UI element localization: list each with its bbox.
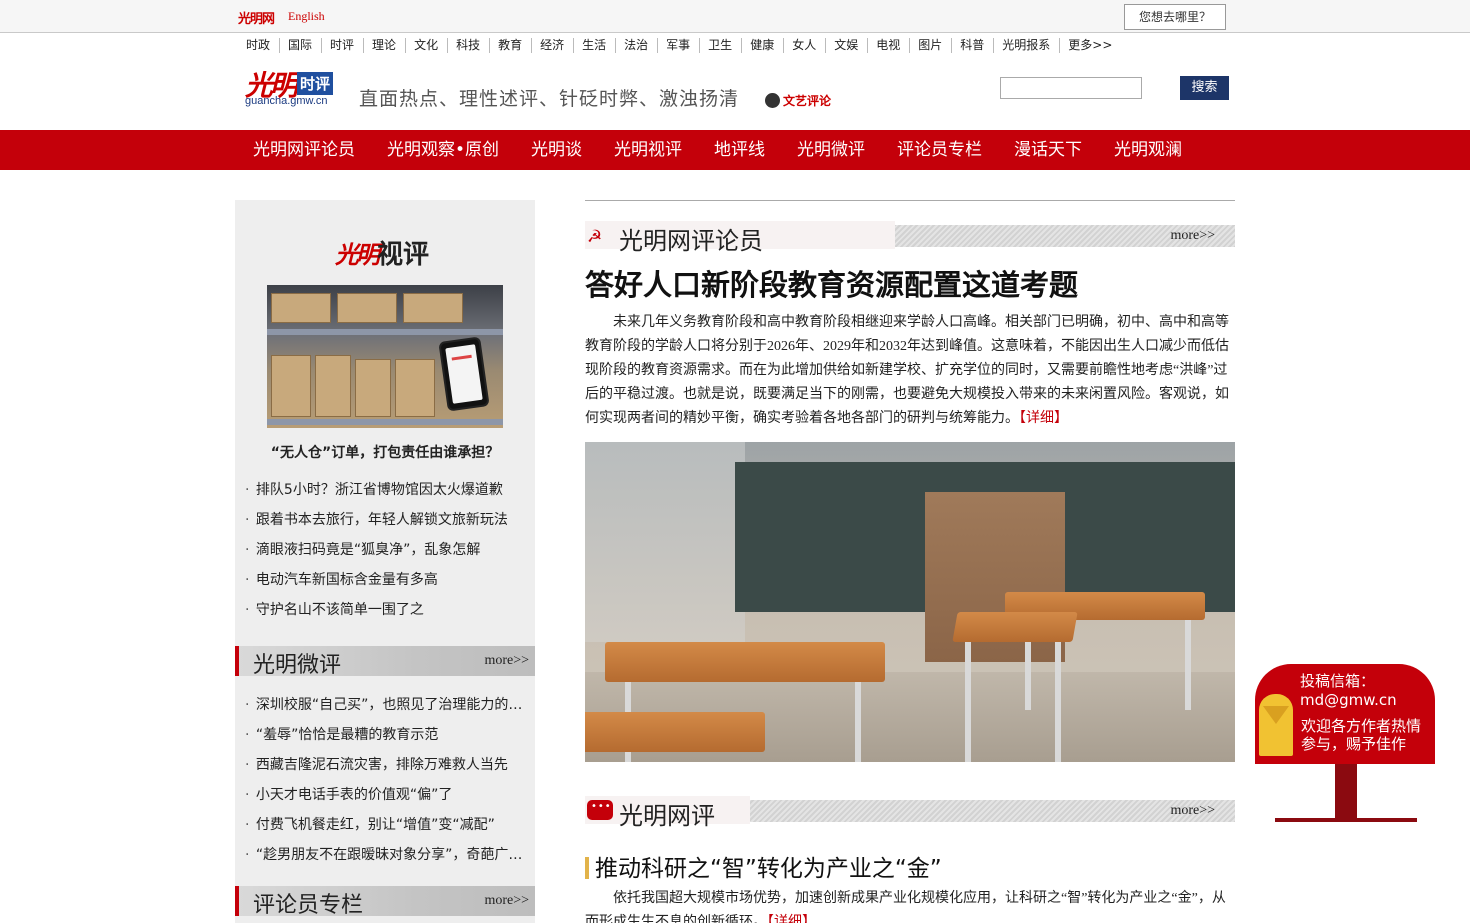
mailbox-base [1275,818,1417,822]
top-utility-bar: 光明网 English 您想去哪里？ [0,0,1470,33]
channel-nav-item-9[interactable]: 法治 [616,38,659,53]
weiping-list: 深圳校服“自己买”，也照见了治理能力的…“羞辱”恰恰是最糟的教育示范西藏吉隆泥石… [245,695,525,875]
channel-nav-item-1[interactable]: 国际 [280,38,323,53]
lead-photo-classroom[interactable] [585,442,1235,762]
logo-url: guancha.gmw.cn [245,95,328,107]
main-nav-item-5[interactable]: 光明微评 [797,130,865,170]
second-headline[interactable]: 推动科研之“智”转化为产业之“金” [585,849,942,883]
channel-nav-item-3[interactable]: 理论 [364,38,407,53]
commentator-icon: ☭ [587,227,603,247]
weiping-title[interactable]: 光明微评 [253,647,341,679]
channel-nav-item-15[interactable]: 电视 [868,38,911,53]
chat-bubble-icon [587,800,613,820]
main-nav-item-2[interactable]: 光明谈 [531,130,582,170]
where-to-go-dropdown[interactable]: 您想去哪里？ [1124,4,1226,30]
section1-title[interactable]: 光明网评论员 [619,221,763,256]
weiping-header: 光明微评 more>> [235,646,535,679]
main-nav-item-8[interactable]: 光明观澜 [1114,130,1182,170]
weiping-list-item-5[interactable]: “趁男朋友不在跟暧昧对象分享”，奇葩广… [245,845,525,875]
shiping-list-item-1[interactable]: 跟着书本去旅行，年轻人解锁文旅新玩法 [245,510,525,540]
site-slogan: 直面热点、理性述评、针砭时弊、激浊扬清 [359,88,740,110]
shiping-list-item-2[interactable]: 滴眼液扫码竟是“狐臭净”，乱象怎解 [245,540,525,570]
weiping-list-item-2[interactable]: 西藏吉隆泥石流灾害，排除万难救人当先 [245,755,525,785]
english-link[interactable]: English [288,9,325,24]
channel-nav-item-10[interactable]: 军事 [658,38,701,53]
wenyi-label: 文艺评论 [783,94,832,108]
submission-mailbox-widget[interactable]: 投稿信箱： md@gmw.cn 欢迎各方作者热情参与，赐予佳作 [1255,664,1435,824]
channel-nav-item-5[interactable]: 科技 [448,38,491,53]
channel-nav-item-7[interactable]: 经济 [532,38,575,53]
left-sidebar: 光明视评 “无人仓”订单，打包责任由谁承担？ 排队5小时？浙江省博物馆因太火爆道… [235,200,535,923]
mailbox-invite: 欢迎各方作者热情参与，赐予佳作 [1301,717,1422,753]
lead-detail-link[interactable]: 【详细】 [1019,411,1068,426]
channel-nav-item-16[interactable]: 图片 [910,38,953,53]
channel-nav-item-14[interactable]: 文娱 [826,38,869,53]
lead-summary: 未来几年义务教育阶段和高中教育阶段相继迎来学龄人口高峰。相关部门已明确，初中、高… [585,311,1235,431]
logo-text: 光明网 [238,12,275,27]
mailbox-post [1335,764,1357,820]
site-logo[interactable]: 光明 时评 guancha.gmw.cn [245,64,334,107]
search-input[interactable] [1000,77,1142,99]
divider [585,200,1235,201]
mailbox-line1: 投稿信箱： [1300,672,1376,690]
channel-nav-item-17[interactable]: 科普 [952,38,995,53]
channel-nav-item-2[interactable]: 时评 [322,38,365,53]
channel-nav-item-4[interactable]: 文化 [406,38,449,53]
main-nav: 光明网评论员 光明观察•原创 光明谈 光明视评 地评线 光明微评 评论员专栏 漫话天下 光明观澜 [0,130,1470,170]
weiping-list-item-1[interactable]: “羞辱”恰恰是最糟的教育示范 [245,725,525,755]
feature-video-thumbnail[interactable] [267,285,503,428]
gmw-logo-small[interactable]: 光明网 [238,8,275,27]
headline-bar [585,857,589,879]
channel-nav-item-18[interactable]: 光明报系 [994,38,1061,53]
phone-image [438,336,490,412]
channel-nav-item-0[interactable]: 时政 [238,38,281,53]
main-nav-item-3[interactable]: 光明视评 [614,130,682,170]
record-icon [765,93,780,108]
weiping-list-item-4[interactable]: 付费飞机餐走红，别让“增值”变“减配” [245,815,525,845]
weiping-list-item-3[interactable]: 小天才电话手表的价值观“偏”了 [245,785,525,815]
envelope-icon [1259,694,1293,756]
shiping-list-item-3[interactable]: 电动汽车新国标含金量有多高 [245,570,525,600]
section1-more-link[interactable]: more>> [1170,228,1215,244]
zhuanlan-title[interactable]: 评论员专栏 [253,887,363,919]
channel-nav-item-19[interactable]: 更多>> [1060,38,1121,53]
channel-nav-item-8[interactable]: 生活 [574,38,617,53]
shiping-logo-cal: 光明 [335,240,380,269]
main-nav-item-1[interactable]: 光明观察•原创 [387,130,499,170]
channel-nav-item-11[interactable]: 卫生 [700,38,743,53]
zhuanlan-header: 评论员专栏 more>> [235,886,535,919]
weiping-more-link[interactable]: more>> [484,653,529,669]
second-headline-text: 推动科研之“智”转化为产业之“金” [595,856,942,882]
mailbox-email[interactable]: md@gmw.cn [1300,691,1397,710]
search-button[interactable]: 搜索 [1180,76,1229,100]
section-gmw-review-header: 光明网评 more>> [585,796,1235,830]
main-nav-item-0[interactable]: 光明网评论员 [253,130,355,170]
section2-title[interactable]: 光明网评 [619,796,715,831]
wenyi-review-link[interactable]: 文艺评论 [765,92,831,109]
feature-caption[interactable]: “无人仓”订单，打包责任由谁承担？ [235,442,535,462]
main-nav-item-7[interactable]: 漫话天下 [1014,130,1082,170]
shiping-logo-text: 视评 [377,240,430,270]
channel-nav-item-13[interactable]: 女人 [784,38,827,53]
shiping-list: 排队5小时？浙江省博物馆因太火爆道歉跟着书本去旅行，年轻人解锁文旅新玩法滴眼液扫… [245,480,525,630]
main-nav-item-4[interactable]: 地评线 [714,130,765,170]
second-summary: 依托我国超大规模市场优势，加速创新成果产业化规模化应用，让科研之“智”转化为产业… [585,887,1235,923]
lead-headline[interactable]: 答好人口新阶段教育资源配置这道考题 [585,262,1078,304]
lead-summary-text: 未来几年义务教育阶段和高中教育阶段相继迎来学龄人口高峰。相关部门已明确，初中、高… [585,315,1229,426]
weiping-list-item-0[interactable]: 深圳校服“自己买”，也照见了治理能力的… [245,695,525,725]
channel-nav-item-6[interactable]: 教育 [490,38,533,53]
section-commentator-header: ☭ 光明网评论员 more>> [585,221,1235,255]
shiping-list-item-0[interactable]: 排队5小时？浙江省博物馆因太火爆道歉 [245,480,525,510]
second-summary-text: 依托我国超大规模市场优势，加速创新成果产业化规模化应用，让科研之“智”转化为产业… [585,891,1226,923]
section2-more-link[interactable]: more>> [1170,803,1215,819]
shiping-logo[interactable]: 光明视评 [335,234,429,271]
logo-box: 时评 [297,72,334,95]
channel-nav-item-12[interactable]: 健康 [742,38,785,53]
channel-nav: 时政 国际 时评 理论 文化 科技 教育 经济 生活 法治 军事 卫生 健康 女人 文娱 电视 图片 科普 光明报系… [238,38,1121,54]
zhuanlan-more-link[interactable]: more>> [484,893,529,909]
shiping-list-item-4[interactable]: 守护名山不该简单一围了之 [245,600,525,630]
main-nav-item-6[interactable]: 评论员专栏 [897,130,982,170]
mailbox-label: 投稿信箱： md@gmw.cn [1300,672,1397,710]
second-detail-link[interactable]: 【详细】 [767,915,816,923]
